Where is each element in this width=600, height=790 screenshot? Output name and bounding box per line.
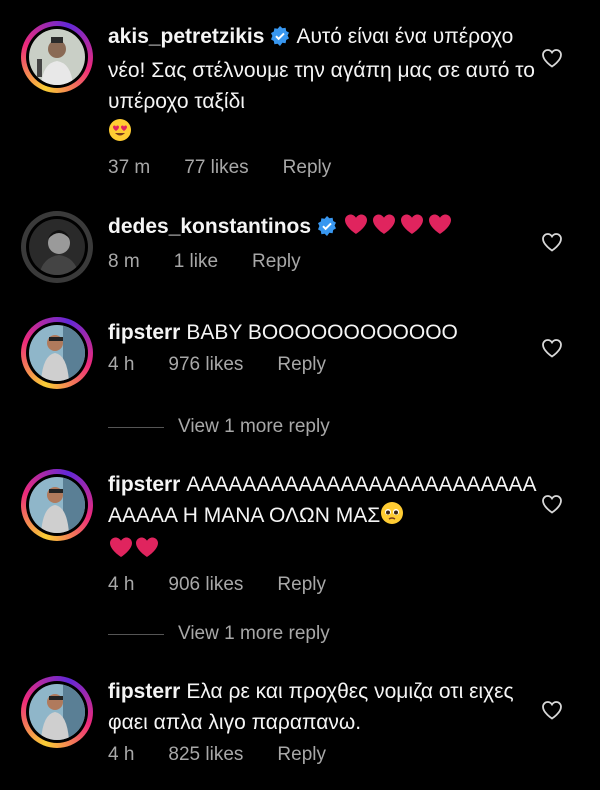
comment-meta: 4 h 825 likes Reply (108, 744, 538, 766)
pleading-face-emoji (380, 501, 404, 534)
heart-eyes-emoji (108, 118, 132, 151)
username[interactable]: fipsterr (108, 321, 180, 344)
avatar[interactable] (21, 469, 93, 541)
verified-badge-icon (270, 24, 290, 55)
avatar[interactable] (21, 21, 93, 93)
reply-button[interactable]: Reply (277, 744, 326, 766)
view-more-replies-button[interactable]: View 1 more reply (108, 416, 330, 438)
comment-meta: 8 m 1 like Reply (108, 251, 538, 273)
like-heart-icon[interactable] (541, 700, 563, 725)
red-hearts-emoji (108, 535, 160, 568)
like-heart-icon[interactable] (541, 48, 563, 73)
comment-text: fipsterr Ελα ρε και προχθες νομιζα οτι ει… (108, 676, 538, 738)
avatar[interactable] (21, 676, 93, 748)
comment-text: fipsterr BABY BOOOOOOOOOOOO (108, 317, 538, 348)
view-more-replies-button[interactable]: View 1 more reply (108, 623, 330, 645)
comment-text: dedes_konstantinos (108, 211, 538, 245)
likes-count[interactable]: 906 likes (168, 574, 243, 596)
likes-count[interactable]: 976 likes (168, 354, 243, 376)
comment-text: akis_petretzikis Αυτό είναι ένα υπέροχο ν… (108, 21, 538, 151)
avatar[interactable] (21, 211, 93, 283)
like-heart-icon[interactable] (541, 232, 563, 257)
divider (108, 426, 164, 428)
comment-meta: 4 h 976 likes Reply (108, 354, 538, 376)
reply-button[interactable]: Reply (252, 251, 301, 273)
likes-count[interactable]: 825 likes (168, 744, 243, 766)
reply-button[interactable]: Reply (277, 354, 326, 376)
username[interactable]: dedes_konstantinos (108, 215, 311, 238)
view-more-label: View 1 more reply (178, 623, 330, 644)
username[interactable]: akis_petretzikis (108, 25, 264, 48)
timestamp: 4 h (108, 574, 135, 595)
like-heart-icon[interactable] (541, 494, 563, 519)
comment-meta: 4 h 906 likes Reply (108, 574, 538, 596)
reply-button[interactable]: Reply (283, 157, 332, 179)
divider (108, 633, 164, 635)
red-hearts-emoji (343, 212, 455, 245)
comments-list: akis_petretzikis Αυτό είναι ένα υπέροχο ν… (0, 0, 600, 790)
comment-meta: 37 m 77 likes Reply (108, 157, 538, 179)
view-more-label: View 1 more reply (178, 416, 330, 437)
username[interactable]: fipsterr (108, 680, 180, 703)
timestamp: 37 m (108, 157, 151, 178)
comment-text: fipsterr AAAAAAAAAAAAAAAAAAAAAAAAAAAAAA H… (108, 469, 538, 568)
timestamp: 8 m (108, 251, 140, 272)
likes-count[interactable]: 77 likes (184, 157, 248, 179)
likes-count[interactable]: 1 like (174, 251, 218, 273)
avatar[interactable] (21, 317, 93, 389)
timestamp: 4 h (108, 354, 135, 375)
username[interactable]: fipsterr (108, 473, 180, 496)
reply-button[interactable]: Reply (277, 574, 326, 596)
comment-body: BABY BOOOOOOOOOOOO (186, 321, 458, 344)
timestamp: 4 h (108, 744, 135, 765)
verified-badge-icon (317, 214, 337, 245)
like-heart-icon[interactable] (541, 338, 563, 363)
